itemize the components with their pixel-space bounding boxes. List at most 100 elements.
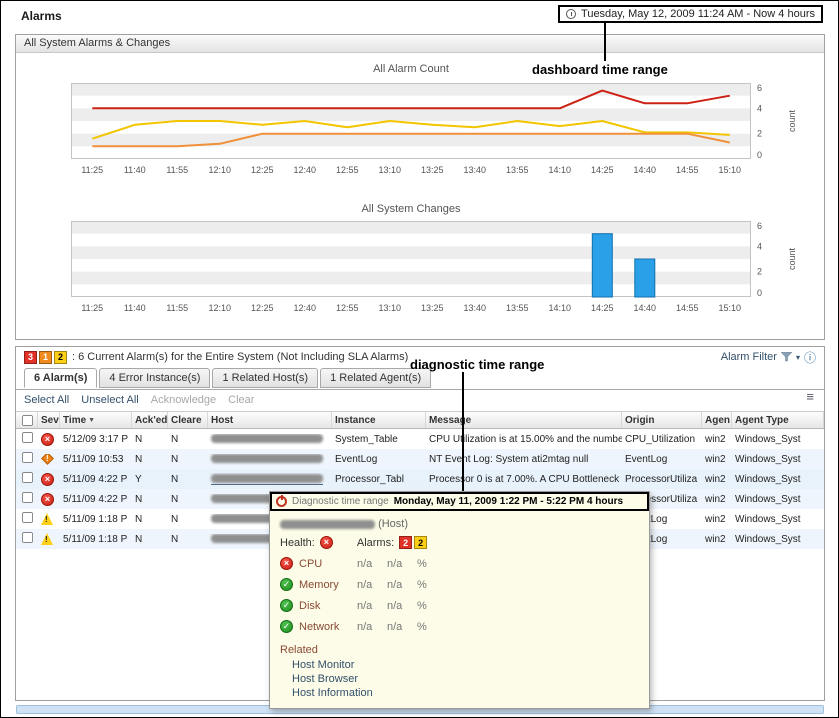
metric-value: n/a xyxy=(357,621,381,633)
severity-badge-warning: 2 xyxy=(54,351,67,364)
tab[interactable]: 1 Related Host(s) xyxy=(212,368,318,388)
host-link[interactable] xyxy=(211,474,323,485)
redacted-host[interactable] xyxy=(211,434,323,443)
svg-text:0: 0 xyxy=(757,288,762,298)
row-checkbox[interactable] xyxy=(22,492,33,503)
agent-type-cell: Windows_Syst xyxy=(732,474,824,485)
metric-unit: % xyxy=(417,579,427,591)
tooltip-metrics: ×CPUn/an/a%✓Memoryn/an/a%✓Diskn/an/a%✓Ne… xyxy=(270,553,649,637)
column-header[interactable]: Agen xyxy=(702,412,732,428)
alarm-count-badge: 2 xyxy=(399,536,412,549)
redacted-host[interactable] xyxy=(211,454,323,463)
tab[interactable]: 4 Error Instance(s) xyxy=(99,368,210,388)
x-axis-tick: 13:55 xyxy=(496,303,539,313)
x-axis-tick: 11:25 xyxy=(71,303,114,313)
agent-type-cell: Windows_Syst xyxy=(732,434,824,445)
x-axis-tick: 14:10 xyxy=(539,165,582,175)
diagnostic-time-range-label: Diagnostic time range xyxy=(292,496,389,507)
severity-badge-fatal: 3 xyxy=(24,351,37,364)
column-header[interactable]: Message xyxy=(426,412,622,428)
acked-cell: N xyxy=(132,494,168,505)
time-cell: 5/12/09 3:17 P xyxy=(60,434,132,445)
tabs-divider xyxy=(16,389,824,390)
cleared-cell: N xyxy=(168,474,208,485)
tab[interactable]: 6 Alarm(s) xyxy=(24,368,97,388)
x-axis-tick: 13:40 xyxy=(454,303,497,313)
row-checkbox-cell xyxy=(16,471,38,487)
redacted-host-name xyxy=(280,520,375,529)
tooltip-health-line: Health: × Alarms: 22 xyxy=(270,534,649,553)
metric-link[interactable]: Network xyxy=(299,621,351,633)
ok-icon: ✓ xyxy=(280,599,293,612)
annotation-diagnostic-time-range: diagnostic time range xyxy=(410,357,544,372)
time-cell: 5/11/09 4:22 P xyxy=(60,494,132,505)
select-all-checkbox[interactable] xyxy=(22,414,33,425)
toolbar-action[interactable]: Unselect All xyxy=(81,394,138,406)
related-link[interactable]: Host Information xyxy=(270,686,649,700)
agent-type-cell: Windows_Syst xyxy=(732,454,824,465)
row-checkbox[interactable] xyxy=(22,512,33,523)
info-icon[interactable]: ⓘ xyxy=(804,349,816,366)
header-checkbox-cell xyxy=(16,412,38,428)
x-axis-tick: 15:10 xyxy=(709,165,752,175)
dashboard-time-range-selector[interactable]: Tuesday, May 12, 2009 11:24 AM - Now 4 h… xyxy=(558,5,823,23)
x-axis-tick: 14:40 xyxy=(624,303,667,313)
chart-canvas: 0246count xyxy=(71,83,809,161)
customizer-icon[interactable]: ≡ xyxy=(806,391,814,403)
x-axis-tick: 11:40 xyxy=(114,303,157,313)
cleared-cell: N xyxy=(168,514,208,525)
alarm-tabs: 6 Alarm(s)4 Error Instance(s)1 Related H… xyxy=(24,368,431,388)
related-link[interactable]: Host Browser xyxy=(270,672,649,686)
metric-link[interactable]: Disk xyxy=(299,600,351,612)
column-header[interactable]: Sev xyxy=(38,412,60,428)
column-header[interactable]: Agent Type xyxy=(732,412,824,428)
severity-cell: × xyxy=(38,493,60,506)
instance-cell: System_Table xyxy=(332,434,426,445)
row-checkbox[interactable] xyxy=(22,452,33,463)
agent-type-cell: Windows_Syst xyxy=(732,494,824,505)
fatal-icon: × xyxy=(41,433,54,446)
row-checkbox-cell xyxy=(16,431,38,447)
metric-link[interactable]: CPU xyxy=(299,558,351,570)
metric-row: ✓Networkn/an/a% xyxy=(270,616,649,637)
warning-icon: ! xyxy=(41,513,53,525)
column-header[interactable]: Time▼ xyxy=(60,412,132,428)
table-row[interactable]: ! 5/11/09 10:53 N N EventLog NT Event Lo… xyxy=(16,449,824,469)
alarm-count-x-axis: 11:2511:4011:5512:1012:2512:4012:5513:10… xyxy=(71,165,751,175)
column-header[interactable]: Origin xyxy=(622,412,702,428)
x-axis-tick: 14:10 xyxy=(539,303,582,313)
metric-link[interactable]: Memory xyxy=(299,579,351,591)
funnel-icon xyxy=(781,352,792,362)
column-header[interactable]: Instance xyxy=(332,412,426,428)
x-axis-tick: 13:10 xyxy=(369,165,412,175)
column-header[interactable]: Ack'ed xyxy=(132,412,168,428)
alarm-filter[interactable]: Alarm Filter ▾ ⓘ xyxy=(721,349,816,366)
column-header[interactable]: Host xyxy=(208,412,332,428)
agent-cell: win2 xyxy=(702,434,732,445)
row-checkbox[interactable] xyxy=(22,532,33,543)
ok-icon: ✓ xyxy=(280,620,293,633)
row-checkbox[interactable] xyxy=(22,432,33,443)
metric-unit: % xyxy=(417,600,427,612)
table-row[interactable]: × 5/12/09 3:17 P N N System_Table CPU Ut… xyxy=(16,429,824,449)
message-cell: CPU Utilization is at 15.00% and the num… xyxy=(426,434,622,445)
related-link[interactable]: Host Monitor xyxy=(270,658,649,672)
diagnostic-time-range-value: Monday, May 11, 2009 1:22 PM - 5:22 PM 4… xyxy=(394,496,623,507)
x-axis-tick: 13:10 xyxy=(369,303,412,313)
acked-cell: N xyxy=(132,434,168,445)
toolbar-action[interactable]: Select All xyxy=(24,394,69,406)
svg-text:count: count xyxy=(787,109,797,132)
alarm-summary-text: : 6 Current Alarm(s) for the Entire Syst… xyxy=(72,351,408,363)
x-axis-tick: 12:55 xyxy=(326,165,369,175)
column-header[interactable]: Cleare xyxy=(168,412,208,428)
svg-text:2: 2 xyxy=(757,267,762,277)
table-row[interactable]: × 5/11/09 4:22 P Y N Processor_Tabl Proc… xyxy=(16,469,824,489)
time-cell: 5/11/09 1:18 P xyxy=(60,534,132,545)
svg-text:0: 0 xyxy=(757,150,762,160)
fatal-icon: × xyxy=(41,473,54,486)
severity-cell: × xyxy=(38,473,60,486)
alarm-count-badge: 2 xyxy=(414,536,427,549)
diagnostic-time-icon[interactable] xyxy=(276,496,287,507)
row-checkbox[interactable] xyxy=(22,472,33,483)
related-header: Related xyxy=(270,637,649,658)
